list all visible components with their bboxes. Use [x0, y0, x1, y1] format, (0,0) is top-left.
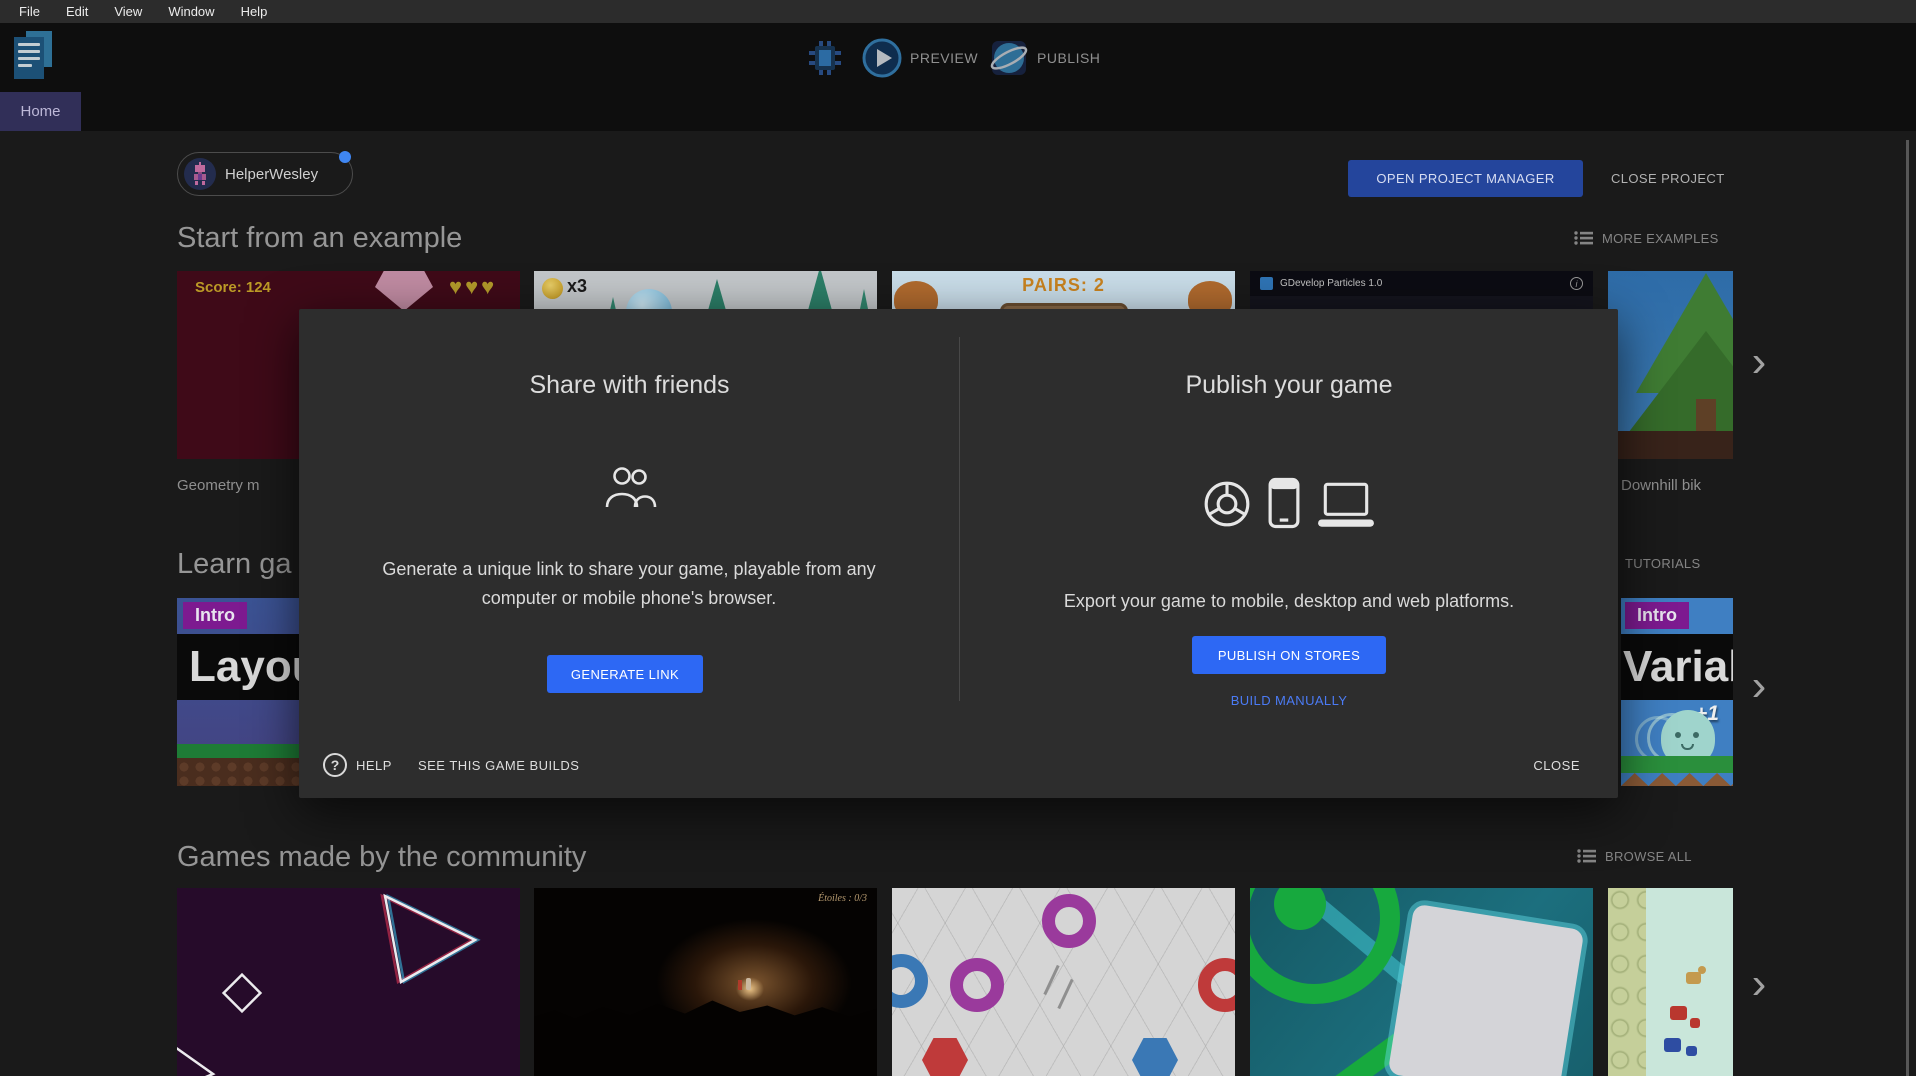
- publish-button[interactable]: PUBLISH: [989, 38, 1100, 78]
- tutorial-card-variables[interactable]: Intro Variab +1: [1621, 598, 1733, 786]
- help-icon: ?: [323, 753, 347, 777]
- example-card-downhill[interactable]: G: [1608, 271, 1733, 459]
- gem-shape: [375, 271, 433, 311]
- preview-label: PREVIEW: [910, 50, 978, 66]
- avatar: [184, 158, 216, 190]
- share-dialog: Share with friends Generate a unique lin…: [299, 309, 1618, 798]
- community-card-shapes[interactable]: [177, 888, 520, 1076]
- globe-icon: [989, 38, 1029, 78]
- project-manager-icon[interactable]: [14, 31, 54, 81]
- community-card-night[interactable]: Étoiles : 0/3: [534, 888, 877, 1076]
- gdevelop-logo-icon: [1260, 277, 1273, 290]
- pairs-label: PAIRS: 2: [892, 275, 1235, 296]
- intro-badge: Intro: [183, 602, 247, 629]
- tab-home[interactable]: Home: [0, 92, 81, 131]
- coin-icon: [542, 278, 563, 299]
- publish-pane: Publish your game: [960, 309, 1618, 719]
- help-button[interactable]: ? HELP: [323, 753, 392, 777]
- community-row: Étoiles : 0/3: [177, 888, 1733, 1076]
- info-icon: i: [1570, 277, 1583, 290]
- community-next-chevron-icon[interactable]: ›: [1742, 962, 1776, 1006]
- browse-all-label: BROWSE ALL: [1605, 849, 1692, 864]
- glitch-shapes: [177, 888, 520, 1076]
- menu-help[interactable]: Help: [230, 2, 279, 22]
- smartphone-icon: [1268, 477, 1300, 529]
- community-card-creatures[interactable]: [1608, 888, 1733, 1076]
- gdevelop-app: File Edit View Window Help: [0, 0, 1916, 1076]
- publish-label: PUBLISH: [1037, 50, 1100, 66]
- username: HelperWesley: [225, 166, 318, 183]
- play-icon: [862, 38, 902, 78]
- tutorials-button[interactable]: TUTORIALS: [1625, 556, 1700, 571]
- people-icon: [601, 465, 659, 511]
- user-chip[interactable]: HelperWesley: [177, 152, 353, 196]
- menu-view[interactable]: View: [103, 2, 153, 22]
- menu-file[interactable]: File: [8, 2, 51, 22]
- dialog-footer: ? HELP SEE THIS GAME BUILDS CLOSE: [323, 750, 1594, 780]
- see-builds-button[interactable]: SEE THIS GAME BUILDS: [418, 758, 579, 773]
- hearts-icons: ♥♥♥: [449, 274, 497, 300]
- vertical-scrollbar[interactable]: [1906, 140, 1909, 1076]
- share-pane: Share with friends Generate a unique lin…: [299, 309, 960, 719]
- tutorials-label: TUTORIALS: [1625, 556, 1700, 571]
- example-caption-geometry: Geometry m: [177, 477, 260, 494]
- learn-title: Learn ga: [177, 548, 292, 581]
- toolbar: PREVIEW PUBLISH: [0, 23, 1916, 92]
- publish-description: Export your game to mobile, desktop and …: [990, 587, 1588, 616]
- tutorials-next-chevron-icon[interactable]: ›: [1742, 664, 1776, 708]
- generate-link-button[interactable]: GENERATE LINK: [547, 655, 703, 693]
- list-icon: [1577, 848, 1597, 864]
- example-caption-downhill: Downhill bik: [1621, 477, 1701, 494]
- menu-bar: File Edit View Window Help: [0, 0, 1916, 23]
- publish-title: Publish your game: [960, 371, 1618, 400]
- close-project-button[interactable]: CLOSE PROJECT: [1599, 160, 1737, 197]
- menu-edit[interactable]: Edit: [55, 2, 99, 22]
- particles-title: GDevelop Particles 1.0: [1280, 278, 1570, 289]
- share-title: Share with friends: [299, 371, 960, 400]
- help-label: HELP: [356, 758, 392, 773]
- community-card-hexagons[interactable]: [892, 888, 1235, 1076]
- coin-multiplier: x3: [567, 276, 587, 297]
- debug-button[interactable]: [805, 38, 845, 78]
- browse-all-button[interactable]: BROWSE ALL: [1577, 848, 1692, 864]
- game-score-text: Score: 124: [195, 279, 271, 296]
- preview-button[interactable]: PREVIEW: [862, 38, 978, 78]
- intro-badge: Intro: [1625, 602, 1689, 629]
- build-manually-link[interactable]: BUILD MANUALLY: [960, 693, 1618, 708]
- community-title: Games made by the community: [177, 841, 586, 874]
- publish-on-stores-button[interactable]: PUBLISH ON STORES: [1192, 636, 1386, 674]
- more-examples-label: MORE EXAMPLES: [1602, 231, 1719, 246]
- menu-window[interactable]: Window: [157, 2, 225, 22]
- community-card-abstract[interactable]: [1250, 888, 1593, 1076]
- open-project-manager-button[interactable]: OPEN PROJECT MANAGER: [1348, 160, 1583, 197]
- notification-dot: [339, 151, 351, 163]
- tutorial-title-variables: Variab: [1623, 642, 1733, 692]
- share-description: Generate a unique link to share your gam…: [349, 555, 909, 613]
- list-icon: [1574, 230, 1594, 246]
- chrome-icon: [1202, 479, 1252, 529]
- tab-bar: Home: [0, 92, 1916, 131]
- examples-title: Start from an example: [177, 222, 462, 255]
- examples-next-chevron-icon[interactable]: ›: [1742, 340, 1776, 384]
- close-dialog-button[interactable]: CLOSE: [1533, 758, 1580, 773]
- stars-counter: Étoiles : 0/3: [818, 893, 867, 904]
- laptop-icon: [1316, 481, 1376, 529]
- debug-chip-icon: [805, 38, 845, 78]
- more-examples-button[interactable]: MORE EXAMPLES: [1574, 230, 1719, 246]
